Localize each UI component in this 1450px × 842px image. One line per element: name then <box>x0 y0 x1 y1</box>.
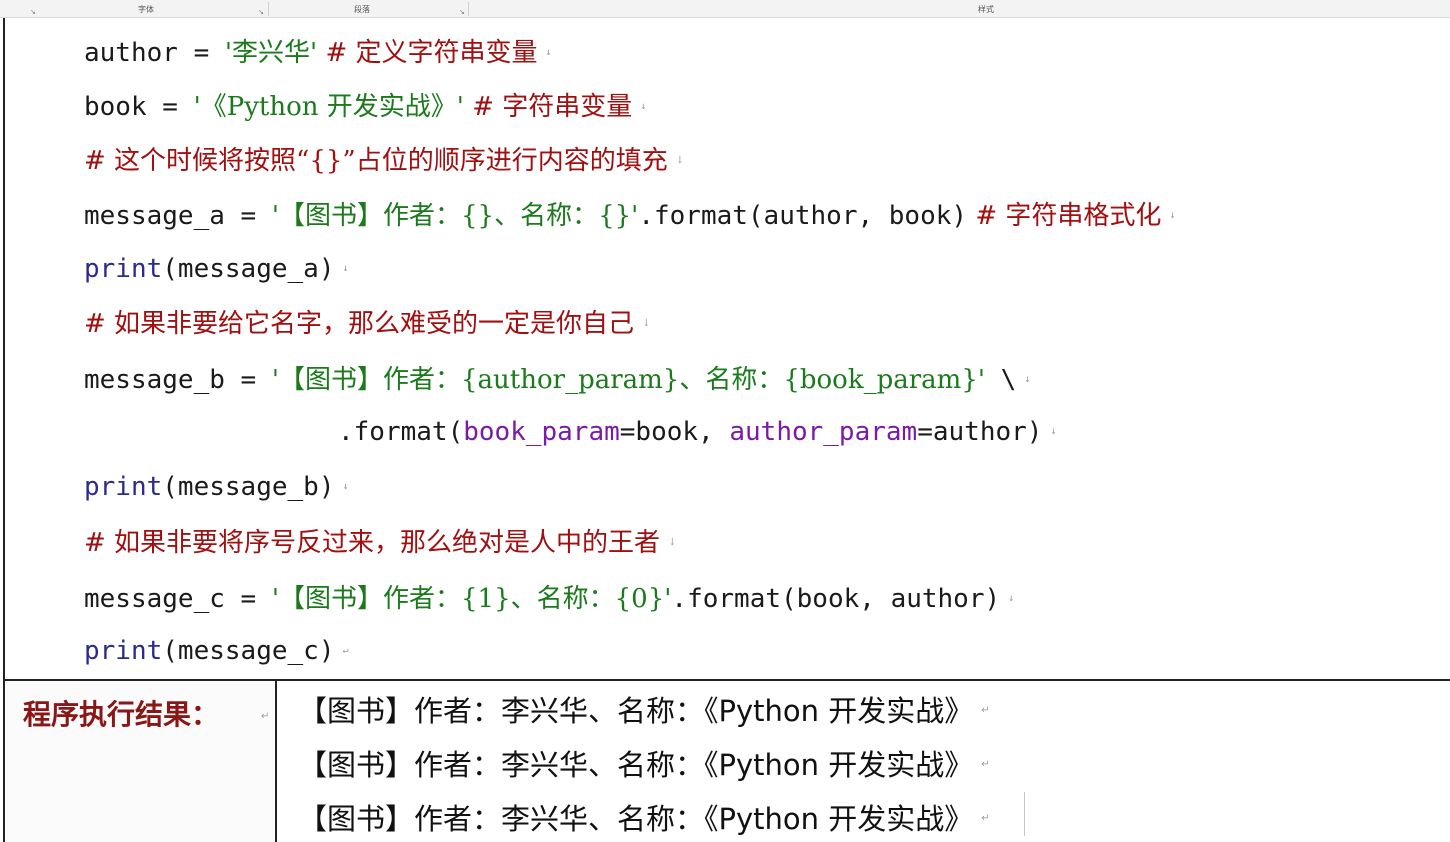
ribbon-bar: ↘ 字体 ↘ 段落 ↘ 样式 <box>0 0 1450 18</box>
code-line-author: author = '李兴华' # 定义字符串变量 ↓ <box>84 33 552 73</box>
var-name: book <box>84 92 147 122</box>
line-continuation: \ <box>985 365 1017 395</box>
assign-op: = <box>224 584 272 614</box>
result-line: 【图书】作者：李兴华、名称：《Python 开发实战》 ↵ <box>298 689 990 733</box>
result-label-cell: 程序执行结果： ↵ <box>5 681 277 842</box>
assign-op: = <box>146 92 194 122</box>
code-line-comment-3: # 如果非要将序号反过来，那么绝对是人中的王者 ↓ <box>84 523 676 563</box>
param-author: author_param <box>729 417 918 447</box>
assign-op: = <box>177 38 225 68</box>
code-line-print-b: print(message_b) ↓ <box>84 467 349 507</box>
paragraph-mark-icon: ↵ <box>981 813 990 824</box>
ribbon-group-styles: 样式 <box>978 5 994 14</box>
print-keyword: print <box>84 472 163 502</box>
ribbon-divider <box>468 2 469 16</box>
paragraph-mark-icon: ↓ <box>1008 593 1015 604</box>
ribbon-group-paragraph: 段落 <box>354 5 370 14</box>
var-name: message_c <box>84 584 225 614</box>
paragraph-mark-icon: ↓ <box>1024 374 1031 385</box>
paragraph-mark-icon: ↓ <box>668 537 677 548</box>
paragraph-mark-icon: ↓ <box>342 263 349 274</box>
text-cursor <box>1024 792 1025 836</box>
var-name: message_b <box>84 365 225 395</box>
paragraph-mark-icon: ↓ <box>545 47 552 58</box>
result-line: 【图书】作者：李兴华、名称：《Python 开发实战》 ↵ <box>298 797 990 841</box>
format-mid: =book, <box>619 417 730 447</box>
code-line-print-a: print(message_a) ↓ <box>84 249 349 289</box>
comment: # 字符串变量 <box>463 92 633 122</box>
print-keyword: print <box>84 636 163 666</box>
print-args: (message_b) <box>162 472 335 502</box>
paragraph-mark-icon: ↓ <box>342 481 349 492</box>
code-line-format-b: .format(book_param=book, author_param=au… <box>338 412 1056 452</box>
ribbon-divider <box>268 2 269 16</box>
string-literal: '李兴华' <box>224 38 318 68</box>
assign-op: = <box>224 365 272 395</box>
paragraph-mark-icon: ↵ <box>342 645 349 656</box>
comment: # 字符串格式化 <box>967 201 1162 231</box>
comment: # 如果非要将序号反过来，那么绝对是人中的王者 <box>84 528 661 558</box>
code-line-comment-1: # 这个时候将按照“{}”占位的顺序进行内容的填充 ↓ <box>84 141 684 181</box>
result-text: 【图书】作者：李兴华、名称：《Python 开发实战》 <box>298 748 974 782</box>
format-call: .format(book, author) <box>671 584 1001 614</box>
code-line-message-b: message_b = '【图书】作者：{author_param}、名称：{b… <box>84 360 1030 400</box>
string-literal: '《Python 开发实战》' <box>193 92 464 122</box>
comment: # 这个时候将按照“{}”占位的顺序进行内容的填充 <box>84 146 668 176</box>
string-literal: '【图书】作者：{author_param}、名称：{book_param}' <box>271 365 986 395</box>
paragraph-dialog-launcher-icon[interactable]: ↘ <box>459 8 465 16</box>
paragraph-mark-icon: ↓ <box>1169 210 1176 221</box>
print-args: (message_a) <box>162 254 335 284</box>
paragraph-mark-icon: ↵ <box>981 705 990 716</box>
code-line-comment-2: # 如果非要给它名字，那么难受的一定是你自己 ↓ <box>84 304 650 344</box>
paragraph-mark-icon: ↓ <box>642 318 651 329</box>
comment: # 定义字符串变量 <box>317 38 538 68</box>
print-keyword: print <box>84 254 163 284</box>
result-label: 程序执行结果： <box>23 698 220 731</box>
print-args: (message_c) <box>162 636 335 666</box>
code-line-print-c: print(message_c) ↵ <box>84 631 349 671</box>
format-call: .format(author, book) <box>638 201 968 231</box>
string-literal: '【图书】作者：{}、名称：{}' <box>271 201 639 231</box>
var-name: message_a <box>84 201 225 231</box>
result-line: 【图书】作者：李兴华、名称：《Python 开发实战》 ↵ <box>298 743 990 787</box>
paragraph-mark-icon: ↓ <box>1050 426 1057 437</box>
result-text: 【图书】作者：李兴华、名称：《Python 开发实战》 <box>298 694 974 728</box>
assign-op: = <box>224 201 272 231</box>
code-line-book: book = '《Python 开发实战》' # 字符串变量 ↓ <box>84 87 646 127</box>
format-open: .format( <box>338 417 464 447</box>
code-line-message-c: message_c = '【图书】作者：{1}、名称：{0}'.format(b… <box>84 579 1014 619</box>
result-text: 【图书】作者：李兴华、名称：《Python 开发实战》 <box>298 802 974 836</box>
string-literal: '【图书】作者：{1}、名称：{0}' <box>271 584 672 614</box>
dialog-launcher-icon[interactable]: ↘ <box>30 8 36 16</box>
paragraph-mark-icon: ↓ <box>675 155 685 166</box>
param-book: book_param <box>463 417 620 447</box>
font-dialog-launcher-icon[interactable]: ↘ <box>258 8 264 16</box>
paragraph-mark-icon: ↓ <box>640 101 647 112</box>
var-name: author <box>84 38 178 68</box>
paragraph-mark-icon: ↵ <box>981 759 990 770</box>
code-line-message-a: message_a = '【图书】作者：{}、名称：{}'.format(aut… <box>84 196 1175 236</box>
ribbon-group-font: 字体 <box>138 5 154 14</box>
format-close: =author) <box>917 417 1043 447</box>
comment: # 如果非要给它名字，那么难受的一定是你自己 <box>84 309 635 339</box>
cell-mark-icon: ↵ <box>261 711 270 722</box>
